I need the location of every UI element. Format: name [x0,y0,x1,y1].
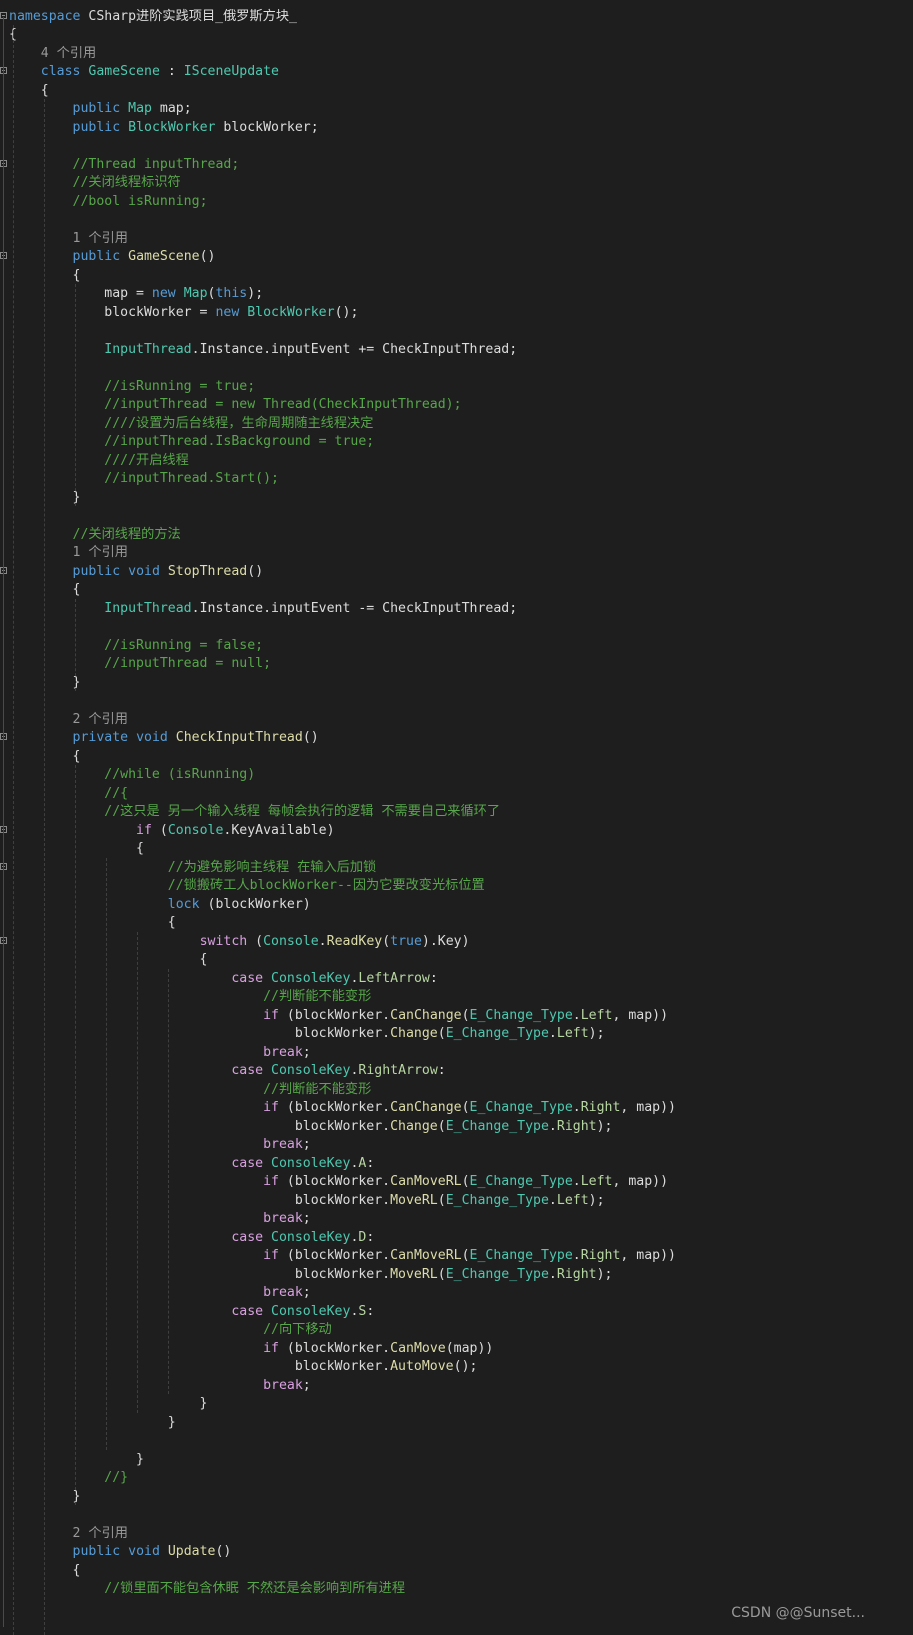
code-text: blockWorker.MoveRL(E_Change_Type.Left); [9,1192,605,1208]
indent-guide [106,857,107,1450]
code-text: InputThread.Instance.inputEvent += Check… [104,341,518,357]
code-text: if (blockWorker.CanMoveRL(E_Change_Type.… [263,1248,676,1263]
indent-guide [75,284,76,506]
code-text: //这只是 另一个输入线程 每帧会执行的逻辑 不需要自己来循环了 [104,804,501,819]
code-text: case ConsoleKey.D: [231,1229,375,1245]
code-text: InputThread.Instance.inputEvent -= Check… [104,600,518,616]
code-text: { [9,841,144,856]
code-text: //为避免影响主线程 在输入后加锁 [167,859,377,875]
code-text: ////开启线程 [104,452,189,468]
code-text: } [9,1414,176,1430]
code-text: blockWorker.Change(E_Change_Type.Left); [9,1026,605,1041]
watermark: CSDN @@Sunset... [731,1605,865,1621]
code-text: //isRunning = true; [104,378,256,394]
code-text: namespace CSharp进阶实践项目_俄罗斯方块_ [9,8,297,24]
code-text: break; [263,1285,311,1300]
code-text: if (blockWorker.CanMoveRL(E_Change_Type.… [263,1174,669,1189]
code-text: 1 个引用 [72,230,128,246]
code-text: } [9,1396,208,1411]
code-text: 1 个引用 [72,545,128,560]
code-text: //锁里面不能包含休眠 不然还是会影响到所有进程 [104,1581,406,1596]
code-text: break; [263,1211,311,1226]
code-text: //inputThread.Start(); [104,471,279,486]
code-text: 4 个引用 [40,45,97,61]
code-text: case ConsoleKey.LeftArrow: [231,970,438,986]
outline-margin [3,16,4,1627]
code-text: //关闭线程的方法 [72,526,181,542]
indent-guide [168,968,169,1394]
code-text: break; [263,1377,311,1393]
indent-guide [13,25,14,1635]
code-text: //} [104,1470,129,1485]
code-text: public BlockWorker blockWorker; [72,119,319,135]
code-text: class GameScene : ISceneUpdate [40,64,279,79]
code-text: //bool isRunning; [72,193,208,209]
code-text: //判断能不能变形 [263,1081,372,1097]
code-text: blockWorker = new BlockWorker(); [9,304,359,320]
code-text: } [9,1451,144,1467]
indent-guide [44,99,45,1635]
code-text: blockWorker.Change(E_Change_Type.Right); [9,1118,613,1134]
code-text: case ConsoleKey.S: [231,1303,375,1319]
code-text: //inputThread.IsBackground = true; [104,434,375,449]
code-text: if (blockWorker.CanChange(E_Change_Type.… [263,1100,676,1115]
code-text: { [9,82,49,98]
indent-guide [75,765,76,1505]
code-text: 2 个引用 [72,1525,128,1541]
code-text: break; [263,1044,311,1060]
code-text: //inputThread = new Thread(CheckInputThr… [104,397,462,412]
code-text: //向下移动 [263,1322,332,1337]
code-text: //inputThread = null; [104,656,272,671]
code-text: blockWorker.AutoMove(); [9,1359,478,1374]
code-text: case ConsoleKey.A: [231,1155,375,1171]
code-text: if (blockWorker.CanMove(map)) [263,1340,494,1356]
code-text: lock (blockWorker) [167,896,311,912]
code-text: ////设置为后台线程，生命周期随主线程决定 [104,415,374,431]
code-text: //isRunning = false; [104,637,264,653]
code-text: map = new Map(this); [9,286,264,301]
code-editor[interactable]: namespace CSharp进阶实践项目_俄罗斯方块_ { 4 个引用 cla… [0,0,913,1635]
indent-guide [137,931,138,1413]
code-text: { [9,952,208,967]
code-text: { [9,915,176,930]
code-text: //锁搬砖工人blockWorker--因为它要改变光标位置 [167,878,485,893]
code-text: public void StopThread() [72,563,264,579]
code-text: 2 个引用 [72,711,128,727]
code-text: //关闭线程标识符 [72,175,181,190]
code-text: if (Console.KeyAvailable) [136,822,335,838]
code-text: //{ [104,785,129,801]
code-text: //while (isRunning) [104,767,256,782]
code-text: break; [263,1137,311,1152]
code-text: blockWorker.MoveRL(E_Change_Type.Right); [9,1266,613,1282]
code-text: private void CheckInputThread() [72,730,319,745]
code-text: //判断能不能变形 [263,989,372,1004]
code-text: if (blockWorker.CanChange(E_Change_Type.… [263,1007,669,1023]
code-text: public Map map; [72,101,192,116]
indent-guide [75,598,76,691]
code-text: switch (Console.ReadKey(true).Key) [199,933,470,949]
code-text: public GameScene() [72,249,216,264]
code-text: public void Update() [72,1544,232,1559]
